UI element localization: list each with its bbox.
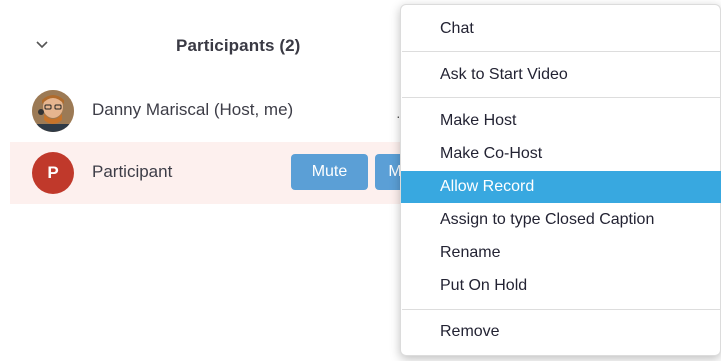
participants-title: Participants (2): [176, 36, 301, 55]
participant-context-menu: Chat Ask to Start Video Make Host Make C…: [400, 4, 721, 356]
menu-item-make-host[interactable]: Make Host: [401, 105, 721, 137]
menu-divider: [402, 97, 720, 98]
menu-item-chat[interactable]: Chat: [401, 13, 721, 45]
participant-name: Participant: [92, 162, 173, 181]
menu-divider: [402, 51, 720, 52]
avatar: P: [32, 152, 74, 194]
menu-divider: [402, 309, 720, 310]
menu-item-assign-closed-caption[interactable]: Assign to type Closed Caption: [401, 204, 721, 236]
menu-item-remove[interactable]: Remove: [401, 316, 721, 348]
participant-name: Danny Mariscal (Host, me): [92, 100, 294, 119]
menu-item-allow-record[interactable]: Allow Record: [401, 171, 721, 203]
chevron-down-icon[interactable]: [33, 36, 51, 54]
menu-item-make-co-host[interactable]: Make Co-Host: [401, 138, 721, 170]
menu-item-ask-to-start-video[interactable]: Ask to Start Video: [401, 59, 721, 91]
menu-item-rename[interactable]: Rename: [401, 237, 721, 269]
menu-item-put-on-hold[interactable]: Put On Hold: [401, 270, 721, 302]
mute-button[interactable]: Mute: [291, 154, 368, 190]
avatar: [32, 90, 74, 132]
